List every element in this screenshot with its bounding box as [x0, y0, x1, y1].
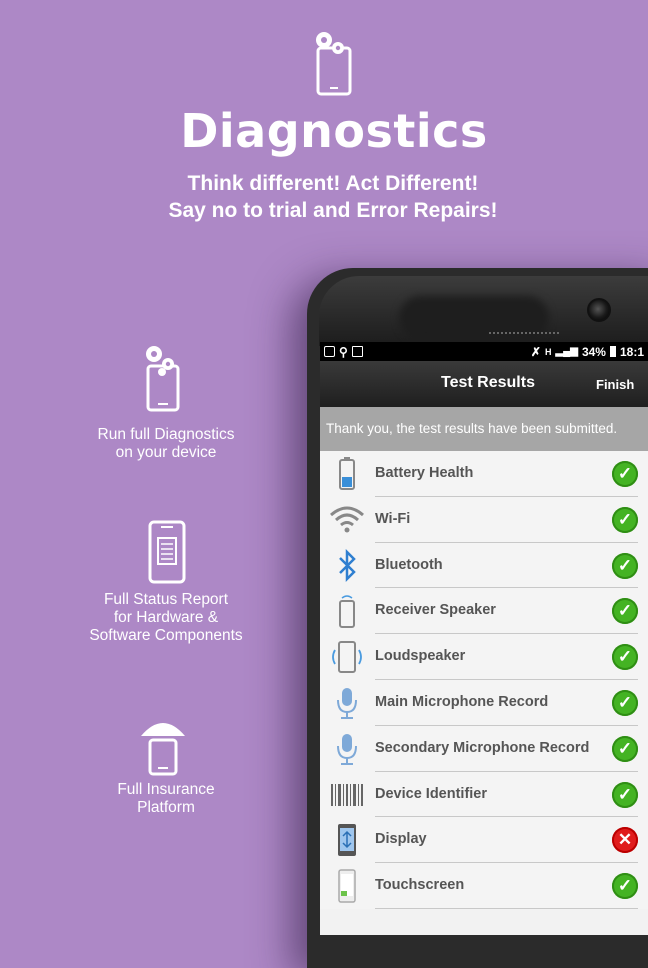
feature-line: Run full Diagnostics — [97, 426, 235, 443]
test-label: Main Microphone Record — [375, 693, 549, 710]
bluetooth-icon — [339, 548, 356, 582]
clock: 18:1 — [619, 344, 644, 359]
test-row-receiver-speaker[interactable]: Receiver Speaker ✓ — [320, 588, 648, 635]
pass-check-icon: ✓ — [612, 552, 638, 579]
touchscreen-icon — [338, 869, 356, 903]
test-results-list: Battery Health ✓ Wi-Fi ✓ Bluetooth ✓ Rec… — [320, 451, 648, 909]
test-row-touchscreen[interactable]: Touchscreen ✓ — [320, 863, 648, 909]
notification-icon — [324, 346, 335, 357]
earpiece-grille — [489, 332, 559, 336]
pass-check-icon: ✓ — [612, 781, 638, 808]
test-label: Bluetooth — [375, 556, 443, 573]
test-label: Secondary Microphone Record — [375, 739, 590, 756]
feature-line: Full Status Report — [103, 591, 229, 608]
fail-x-icon: ✕ — [612, 827, 638, 854]
mail-icon — [351, 346, 363, 357]
front-camera-icon — [587, 298, 611, 322]
phone-report-icon — [148, 520, 186, 584]
finish-button[interactable]: Finish — [596, 377, 634, 392]
test-label: Loudspeaker — [375, 648, 466, 665]
feature-line: on your device — [115, 444, 217, 461]
app-bar: Test Results Finish — [320, 361, 648, 407]
status-bar: ⚲ ✗ H ▂▄▆ 34% 18:1 — [320, 342, 648, 361]
pass-check-icon: ✓ — [612, 644, 638, 671]
test-row-loudspeaker[interactable]: Loudspeaker ✓ — [320, 634, 648, 680]
pass-check-icon: ✓ — [612, 598, 638, 625]
test-label: Display — [375, 831, 427, 848]
loudspeaker-icon — [332, 641, 362, 674]
tagline-line-2: Say no to trial and Error Repairs! — [168, 199, 498, 222]
phone-top-bezel — [319, 276, 648, 346]
test-row-main-microphone[interactable]: Main Microphone Record ✓ — [320, 680, 648, 726]
receiver-speaker-icon — [339, 595, 355, 629]
phone-gears-icon — [316, 32, 352, 96]
feature-diagnostics: Run full Diagnostics on your device — [64, 426, 268, 462]
test-label: Receiver Speaker — [375, 602, 496, 619]
pass-check-icon: ✓ — [612, 735, 638, 762]
feature-line: Full Insurance — [117, 781, 215, 798]
search-icon: ⚲ — [339, 344, 348, 359]
phone-gears-icon — [146, 346, 180, 412]
tagline-line-1: Think different! Act Different! — [187, 172, 479, 195]
display-icon — [338, 824, 356, 857]
feature-line: Software Components — [89, 627, 243, 644]
phone-umbrella-icon — [141, 723, 185, 776]
test-label: Wi-Fi — [375, 510, 411, 527]
battery-status-icon — [609, 346, 616, 357]
pass-check-icon: ✓ — [612, 461, 638, 487]
test-row-wifi[interactable]: Wi-Fi ✓ — [320, 497, 648, 543]
pass-check-icon: ✓ — [612, 689, 638, 716]
feature-line: for Hardware & — [113, 609, 219, 626]
pass-check-icon: ✓ — [612, 506, 638, 533]
barcode-icon — [331, 783, 363, 806]
wifi-icon — [330, 506, 364, 533]
test-row-device-identifier[interactable]: Device Identifier ✓ — [320, 772, 648, 818]
test-label: Device Identifier — [375, 785, 488, 802]
microphone-icon — [337, 687, 357, 719]
phone-screen: ⚲ ✗ H ▂▄▆ 34% 18:1 Test Results Finish T… — [320, 342, 648, 935]
microphone-icon — [337, 733, 357, 765]
test-row-battery-health[interactable]: Battery Health ✓ — [320, 451, 648, 497]
battery-icon — [339, 457, 355, 490]
test-label: Touchscreen — [375, 877, 465, 894]
battery-percent: 34% — [581, 344, 606, 359]
feature-insurance: Full Insurance Platform — [64, 781, 268, 817]
submission-notice: Thank you, the test results have been su… — [320, 407, 648, 451]
signal-icon: ▂▄▆ — [555, 346, 578, 357]
test-row-bluetooth[interactable]: Bluetooth ✓ — [320, 543, 648, 589]
feature-status-report: Full Status Report for Hardware & Softwa… — [64, 591, 268, 645]
page-title: Diagnostics — [180, 104, 488, 158]
test-row-display[interactable]: Display ✕ — [320, 817, 648, 864]
test-label: Battery Health — [375, 465, 474, 481]
feature-line: Platform — [137, 799, 195, 816]
mute-icon: ✗ — [530, 344, 541, 359]
network-type: H — [544, 346, 552, 357]
pass-check-icon: ✓ — [612, 873, 638, 900]
test-row-secondary-microphone[interactable]: Secondary Microphone Record ✓ — [320, 726, 648, 772]
